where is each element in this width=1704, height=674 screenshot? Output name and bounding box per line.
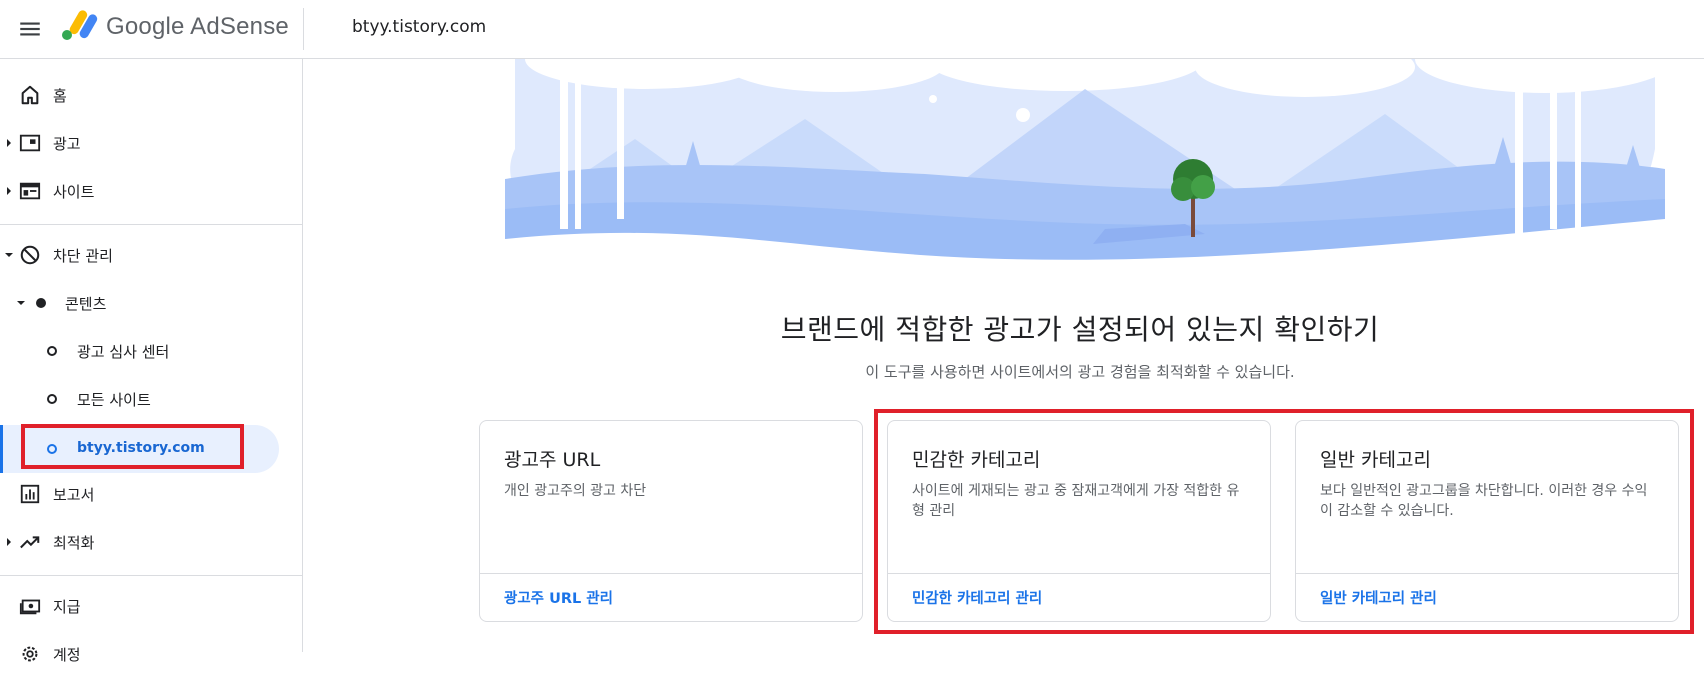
sidebar-item-label: 사이트 <box>53 183 95 201</box>
sidebar-item-label: 콘텐츠 <box>65 295 107 313</box>
site-name: btyy.tistory.com <box>352 17 487 37</box>
circle-icon <box>47 394 57 404</box>
sidebar: 홈 광고 사이트 차단 관리 콘텐츠 광고 심사 센터 모든 사이트 btyy.… <box>0 59 303 664</box>
ads-icon <box>19 134 41 152</box>
dot-icon <box>36 298 46 308</box>
page-title: 브랜드에 적합한 광고가 설정되어 있는지 확인하기 <box>780 313 1380 346</box>
sidebar-item-label: 광고 <box>53 135 81 153</box>
settings-icon <box>22 646 38 662</box>
block-icon <box>20 245 40 265</box>
sidebar-item-label: 광고 심사 센터 <box>77 343 170 361</box>
sidebar-divider <box>0 224 303 225</box>
header-divider <box>303 8 304 50</box>
expand-arrow-icon[interactable] <box>5 139 13 147</box>
sidebar-item-label: 차단 관리 <box>53 247 113 265</box>
card-description: 개인 광고주의 광고 차단 <box>504 483 647 499</box>
payments-icon <box>19 599 41 615</box>
app-name[interactable]: Google AdSense <box>106 13 289 41</box>
menu-icon[interactable] <box>17 16 43 42</box>
trending-icon <box>20 536 40 549</box>
circle-icon <box>47 346 57 356</box>
sidebar-item-optimization[interactable]: 최적화 <box>0 522 303 562</box>
card-advertiser-url: 광고주 URL 개인 광고주의 광고 차단 광고주 URL 관리 <box>479 420 863 622</box>
sidebar-item-payments[interactable]: 지급 <box>0 586 303 626</box>
collapse-arrow-icon[interactable] <box>17 299 25 307</box>
home-icon <box>21 85 39 105</box>
sidebar-item-ad-review-center[interactable]: 광고 심사 센터 <box>0 331 303 371</box>
page-subtitle: 이 도구를 사용하면 사이트에서의 광고 경험을 최적화할 수 있습니다. <box>865 363 1295 381</box>
sidebar-item-label: 지급 <box>53 598 81 616</box>
card-title: 광고주 URL <box>504 449 601 471</box>
sidebar-item-label: 보고서 <box>53 486 95 504</box>
sidebar-item-blocking-controls[interactable]: 차단 관리 <box>0 235 303 275</box>
card-divider <box>480 573 862 574</box>
sidebar-item-home[interactable]: 홈 <box>0 75 303 115</box>
sites-icon <box>19 182 41 200</box>
expand-arrow-icon[interactable] <box>5 187 13 195</box>
expand-arrow-icon[interactable] <box>5 538 13 546</box>
landscape-illustration <box>505 59 1665 274</box>
sidebar-item-content[interactable]: 콘텐츠 <box>0 283 303 323</box>
sidebar-item-ads[interactable]: 광고 <box>0 123 303 163</box>
sidebar-item-sites[interactable]: 사이트 <box>0 171 303 211</box>
sidebar-item-all-sites[interactable]: 모든 사이트 <box>0 379 303 419</box>
highlight-annotation-box <box>21 424 244 469</box>
sidebar-item-label: 최적화 <box>53 534 95 552</box>
manage-advertiser-url-link[interactable]: 광고주 URL 관리 <box>504 587 613 608</box>
adsense-logo-icon <box>62 10 98 40</box>
reports-icon <box>20 484 40 504</box>
top-app-bar: Google AdSense btyy.tistory.com <box>0 0 1704 59</box>
sidebar-item-reports[interactable]: 보고서 <box>0 474 303 514</box>
sidebar-item-label: 계정 <box>53 646 81 664</box>
highlight-annotation-box <box>874 409 1694 634</box>
sidebar-item-label: 홈 <box>53 87 67 105</box>
collapse-arrow-icon[interactable] <box>5 251 13 259</box>
sidebar-divider <box>0 575 303 576</box>
sidebar-item-label: 모든 사이트 <box>77 391 151 409</box>
sidebar-item-account[interactable]: 계정 <box>0 634 303 674</box>
